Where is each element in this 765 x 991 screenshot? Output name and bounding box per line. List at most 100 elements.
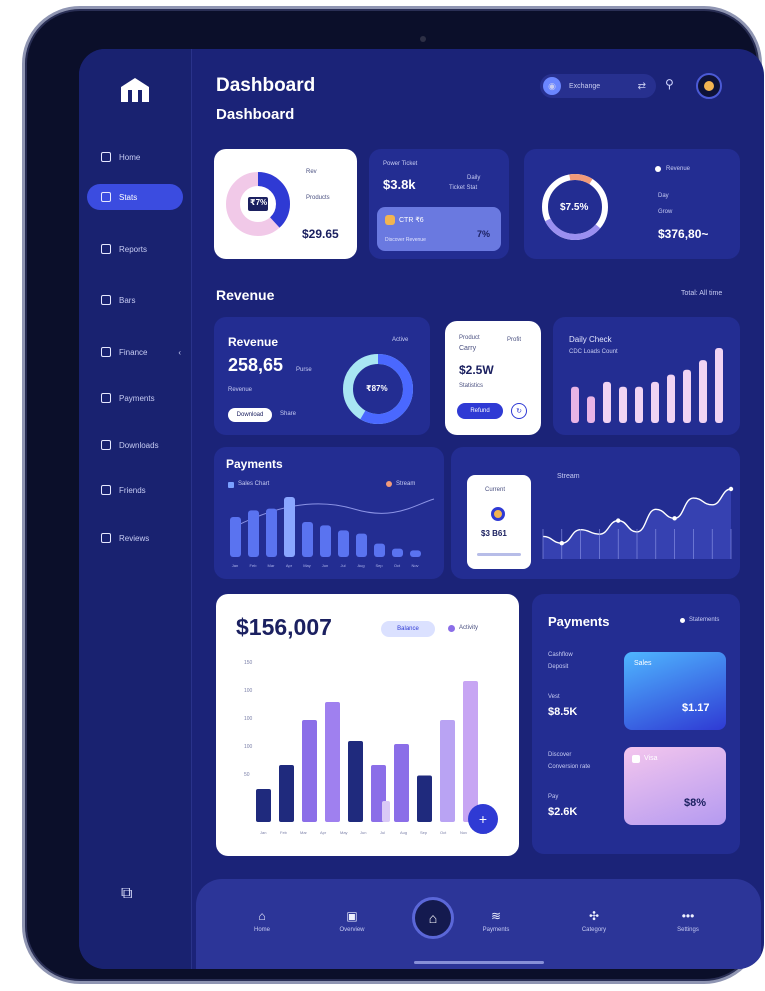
- bottom-nav-item-3[interactable]: ✣ Category: [564, 909, 624, 933]
- bookmark-icon[interactable]: ⧉: [121, 885, 132, 903]
- balance-bar: [394, 744, 409, 822]
- card-stream[interactable]: Stream Current $3 B61: [451, 447, 740, 579]
- payments-panel-legend: Statements: [689, 617, 720, 623]
- add-fab-button[interactable]: +: [468, 804, 498, 834]
- avatar[interactable]: [696, 73, 722, 99]
- daily-bar: [651, 381, 659, 423]
- payments-tick: Sep: [375, 563, 383, 568]
- stream-point: [616, 518, 621, 523]
- payments-tick: May: [303, 563, 311, 568]
- sidebar-item-2[interactable]: Reports: [87, 236, 183, 262]
- products-donut: [226, 172, 290, 236]
- ticket-chip[interactable]: CTR ₹6 7% Discover Revenue: [377, 207, 501, 251]
- revenue-ring: [343, 354, 413, 424]
- x-tick: Jul: [380, 830, 385, 835]
- y-tick: 100: [244, 744, 253, 750]
- growth-legend: Revenue: [666, 166, 691, 172]
- y-tick: 50: [244, 772, 250, 778]
- payments-bar: [392, 548, 403, 557]
- sidebar-item-0[interactable]: Home: [87, 144, 183, 170]
- ticket-chip-label: CTR ₹6: [399, 217, 424, 224]
- bottom-nav-label: Payments: [482, 927, 510, 933]
- daily-bar: [571, 386, 579, 423]
- refund-button[interactable]: Refund: [457, 403, 503, 419]
- ticket-chip-icon: [385, 215, 395, 225]
- daily-bar: [667, 374, 675, 423]
- ticket-chip-pct: 7%: [477, 229, 491, 239]
- x-tick: Mar: [300, 830, 308, 835]
- sales-card[interactable]: Sales $1.17: [624, 652, 726, 730]
- carry-sub: Statistics: [459, 383, 484, 389]
- sidebar-item-1[interactable]: Stats: [87, 184, 183, 210]
- card-balance-chart[interactable]: $156,007 Balance Activity 150 100 100 100 50…: [216, 594, 519, 856]
- carry-h2: Carry: [459, 345, 477, 352]
- bottom-nav-item-2[interactable]: ≋ Payments: [466, 909, 526, 933]
- card-growth[interactable]: $7.5% Revenue Day Grow $376,80~: [524, 149, 740, 259]
- card-revenue[interactable]: Revenue Active 258,65 Purse Revenue Down…: [214, 317, 430, 435]
- payments-bar: [302, 522, 313, 557]
- carry-value: $2.5W: [459, 363, 494, 377]
- coin-icon: ◉: [543, 77, 561, 95]
- payments-bar: [284, 497, 295, 557]
- review-icon: [101, 533, 111, 543]
- payments-bar: [320, 525, 331, 557]
- bottom-nav-item-0[interactable]: ⌂ Home: [232, 909, 292, 933]
- card-products[interactable]: ₹7% Rev Products $29.65: [214, 149, 357, 259]
- balance-bar: [440, 720, 455, 822]
- bottom-nav-item-1[interactable]: ▣ Overview: [322, 909, 382, 933]
- payments-legend-dot: [680, 618, 685, 623]
- products-value: $29.65: [302, 227, 339, 241]
- stream-inner-card[interactable]: Current $3 B61: [467, 475, 531, 569]
- bottom-nav-icon: ⌂: [258, 909, 266, 923]
- stream-point: [559, 540, 564, 546]
- home-icon: [101, 152, 111, 162]
- sidebar-item-7[interactable]: Friends: [87, 477, 183, 503]
- card-power-ticket[interactable]: Power Ticket $3.8k Daily Ticket Stat CTR…: [369, 149, 509, 259]
- daily-bar: [619, 386, 627, 423]
- tablet-frame: Home Stats Reports Bars Finance ‹ Payments Down…: [22, 6, 764, 984]
- logo-icon[interactable]: [117, 75, 153, 105]
- bell-icon[interactable]: ⚲: [665, 77, 674, 91]
- bottom-nav-icon: ✣: [588, 909, 600, 923]
- card-payments-chart[interactable]: Payments Sales Chart Stream Jan Feb Mar Apr…: [214, 447, 444, 579]
- sidebar-item-label: Home: [119, 152, 141, 162]
- sidebar-item-8[interactable]: Reviews: [87, 525, 183, 551]
- products-small-top: Rev: [306, 169, 317, 175]
- bottom-nav-item-4[interactable]: ••• Settings: [658, 909, 718, 933]
- visa-card-value: $8%: [684, 797, 707, 809]
- revenue-section-link[interactable]: Total: All time: [681, 290, 722, 297]
- x-tick: Feb: [280, 830, 288, 835]
- bottom-nav-icon: •••: [681, 909, 695, 923]
- vest-label: Vest: [548, 694, 560, 700]
- ticket-head: Power Ticket: [383, 161, 418, 167]
- sidebar-item-5[interactable]: Payments: [87, 385, 183, 411]
- page-subtitle: Dashboard: [216, 106, 295, 123]
- sidebar-item-4[interactable]: Finance ‹: [87, 339, 183, 365]
- bottom-nav-label: Category: [581, 927, 607, 933]
- balance-bar-secondary: [382, 801, 390, 822]
- daily-bar: [603, 381, 611, 423]
- stream-point: [728, 486, 734, 492]
- conversion-label: Conversion rate: [548, 764, 591, 770]
- discover-label: Discover: [548, 752, 572, 758]
- sidebar-item-3[interactable]: Bars: [87, 287, 183, 313]
- home-center-button[interactable]: ⌂: [412, 897, 454, 939]
- refresh-icon[interactable]: ↻: [511, 403, 527, 419]
- card-daily-check[interactable]: Daily Check CDC Loads Count: [553, 317, 740, 435]
- x-tick: Nov: [460, 830, 467, 835]
- card-payments-panel[interactable]: Payments Statements Cashflow Deposit Ves…: [532, 594, 740, 854]
- bottom-nav-label: Settings: [677, 927, 699, 933]
- card-icon: [101, 393, 111, 403]
- stream-inner-title: Current: [485, 487, 506, 493]
- card-product-carry[interactable]: Product Profit Carry $2.5W Statistics Re…: [445, 321, 541, 435]
- daily-bar: [699, 360, 707, 423]
- growth-ring: [542, 166, 661, 240]
- payments-tick: Jan: [232, 563, 238, 568]
- sidebar-item-6[interactable]: Downloads: [87, 432, 183, 458]
- stream-inner-value: $3 B61: [481, 529, 507, 538]
- sidebar-item-label: Stats: [119, 192, 138, 202]
- exchange-pill[interactable]: ◉ Exchange ⇄: [540, 74, 656, 98]
- balance-bar: [325, 702, 340, 822]
- visa-card[interactable]: Visa $8%: [624, 747, 726, 825]
- home-indicator: [414, 961, 544, 964]
